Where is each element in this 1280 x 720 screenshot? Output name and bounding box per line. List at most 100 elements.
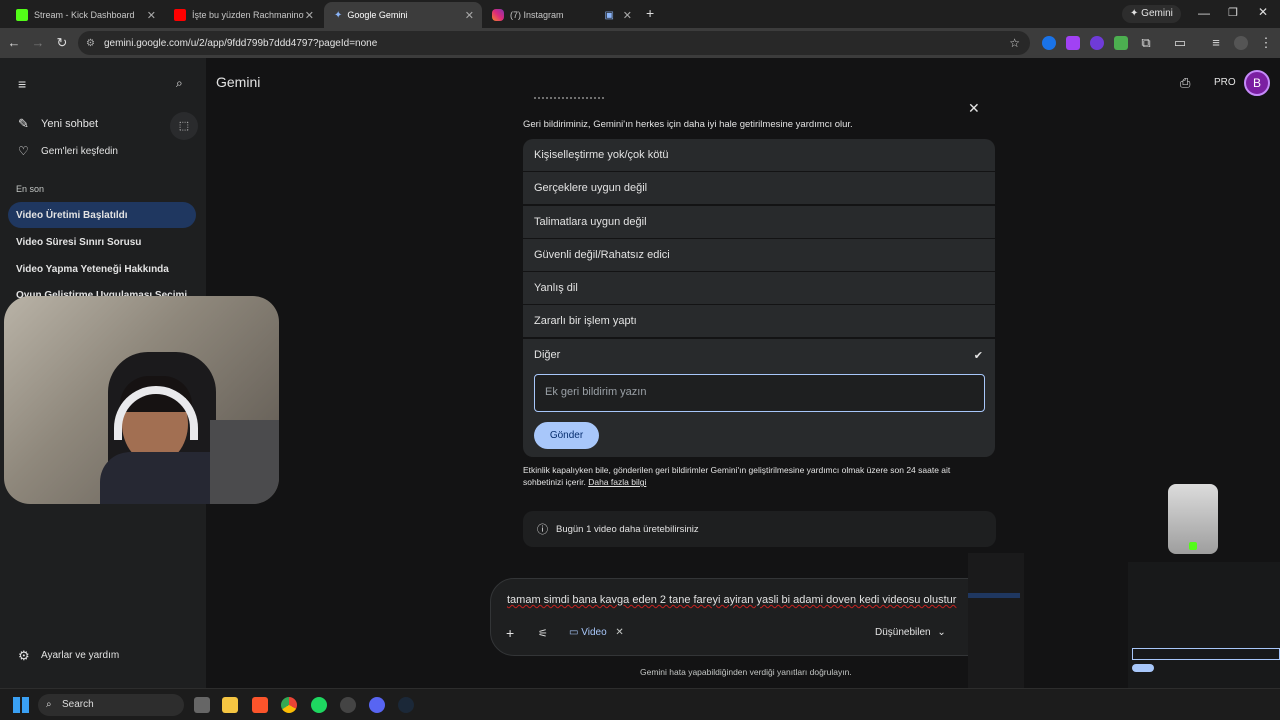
- info-icon: ⓘ: [537, 524, 548, 536]
- url-text: gemini.google.com/u/2/app/9fdd799b7ddd47…: [104, 37, 378, 49]
- extension-icon[interactable]: [1066, 36, 1080, 50]
- feedback-disclaimer: Etkinlik kapalıyken bile, gönderilen ger…: [523, 464, 973, 488]
- taskbar-search-input[interactable]: ⌕ Search: [38, 694, 184, 716]
- feedback-option[interactable]: Yanlış dil: [523, 272, 995, 304]
- tab-title: Google Gemini: [347, 10, 408, 20]
- model-selector[interactable]: Düşünebilen ⌄: [875, 627, 946, 638]
- close-icon[interactable]: ✕: [147, 9, 156, 22]
- back-icon[interactable]: ←: [6, 35, 22, 51]
- url-field[interactable]: ⚙ gemini.google.com/u/2/app/9fdd799b7ddd…: [78, 31, 1030, 55]
- webcam-desk: [210, 420, 279, 504]
- hamburger-menu-icon[interactable]: ≡: [18, 76, 26, 92]
- extension-icon[interactable]: [1042, 36, 1056, 50]
- page-title: Gemini: [216, 74, 261, 90]
- profile-avatar[interactable]: [1234, 36, 1248, 50]
- minimize-button[interactable]: —: [1198, 6, 1210, 20]
- video-icon: ▭: [569, 627, 579, 638]
- tools-icon[interactable]: ⚟: [538, 627, 548, 640]
- recent-heading: En son: [16, 184, 45, 194]
- video-tool-chip[interactable]: ▭ Video ✕: [569, 627, 624, 638]
- feedback-option[interactable]: Güvenli değil/Rahatsız edici: [523, 239, 995, 271]
- tab-search-icon[interactable]: ▭: [1172, 35, 1188, 51]
- gemini-browser-button[interactable]: ✦ Gemini: [1122, 5, 1181, 23]
- account-avatar[interactable]: B: [1244, 70, 1270, 96]
- close-window-button[interactable]: ✕: [1258, 5, 1268, 19]
- task-view-icon[interactable]: [194, 697, 210, 713]
- feedback-option[interactable]: Gerçeklere uygun değil: [523, 172, 995, 204]
- pro-badge: PRO: [1214, 77, 1236, 88]
- recent-item[interactable]: Video Yapma Yeteneği Hakkında: [16, 264, 169, 275]
- temporary-chat-button[interactable]: ⬚: [170, 112, 198, 140]
- taskbar-search-label: Search: [62, 699, 94, 710]
- reload-icon[interactable]: ↻: [54, 35, 70, 51]
- info-banner-text: Bugün 1 video daha üretebilirsiniz: [556, 523, 699, 535]
- feedback-option-selected[interactable]: Diğer ✔: [523, 339, 995, 371]
- tab-gemini[interactable]: ✦ Google Gemini ✕: [324, 2, 482, 28]
- webcam-overlay: [4, 296, 279, 504]
- site-info-icon[interactable]: ⚙: [86, 38, 95, 49]
- edit-icon: ✎: [18, 116, 29, 131]
- close-icon[interactable]: ✕: [465, 9, 474, 22]
- explore-gems-link[interactable]: Gem'leri keşfedin: [41, 146, 118, 157]
- submit-feedback-button[interactable]: Gönder: [534, 422, 599, 449]
- settings-icon: ⚙: [18, 648, 30, 663]
- new-tab-button[interactable]: +: [646, 5, 654, 21]
- close-icon[interactable]: ✕: [623, 9, 632, 22]
- spotify-icon[interactable]: [311, 697, 327, 713]
- remove-tool-icon[interactable]: ✕: [615, 627, 623, 638]
- file-explorer-icon[interactable]: [222, 697, 238, 713]
- feedback-option-label: Zararlı bir işlem yaptı: [534, 315, 637, 327]
- extension-icon[interactable]: [1114, 36, 1128, 50]
- tab-instagram[interactable]: (7) Instagram ▣ ✕: [482, 2, 640, 28]
- checkmark-icon: ✔: [973, 349, 983, 362]
- info-banner: ⓘ Bugün 1 video daha üretebilirsiniz: [523, 511, 996, 547]
- speaker-device-image: [1168, 484, 1218, 554]
- tab-youtube[interactable]: İşte bu yüzden Rachmaninoff E ✕: [164, 2, 322, 28]
- recent-item[interactable]: Video Süresi Sınırı Sorusu: [16, 237, 141, 248]
- share-icon[interactable]: ⎙: [1180, 75, 1190, 91]
- search-icon: ⌕: [46, 699, 52, 710]
- menu-icon[interactable]: ⋮: [1258, 35, 1274, 51]
- feedback-option-label: Diğer: [534, 349, 561, 361]
- new-chat-button[interactable]: Yeni sohbet: [41, 118, 98, 130]
- prompt-input[interactable]: tamam simdi bana kavga eden 2 tane farey…: [507, 594, 956, 606]
- windows-start-icon[interactable]: [13, 697, 29, 713]
- avatar-letter: B: [1252, 76, 1261, 90]
- footer-note: Gemini hata yapabildiğinden verdiği yanı…: [640, 667, 852, 677]
- feedback-subtitle: Geri bildiriminiz, Gemini'ın herkes için…: [523, 119, 853, 130]
- feedback-option[interactable]: Zararlı bir işlem yaptı: [523, 305, 995, 337]
- chrome-icon[interactable]: [281, 697, 297, 713]
- address-bar: ← → ↻ ⚙ gemini.google.com/u/2/app/9fdd79…: [0, 28, 1280, 58]
- add-icon[interactable]: +: [506, 625, 514, 641]
- kick-logo-small: [1189, 542, 1197, 550]
- bookmark-star-icon[interactable]: ☆: [1009, 36, 1020, 50]
- search-icon[interactable]: ⌕: [176, 76, 183, 91]
- close-icon[interactable]: ✕: [305, 9, 314, 22]
- steam-icon[interactable]: [398, 697, 414, 713]
- mirrored-highlight: [968, 593, 1020, 598]
- app-icon[interactable]: [340, 697, 356, 713]
- tab-kick[interactable]: Stream - Kick Dashboard ✕: [6, 2, 164, 28]
- feedback-textarea[interactable]: Ek geri bildirim yazın: [534, 374, 985, 412]
- extension-icon[interactable]: [1090, 36, 1104, 50]
- maximize-button[interactable]: ❐: [1228, 6, 1238, 19]
- brave-icon[interactable]: [252, 697, 268, 713]
- discord-icon[interactable]: [369, 697, 385, 713]
- taskbar: ⌕ Search: [0, 688, 1280, 720]
- feedback-option[interactable]: Talimatlara uygun değil: [523, 206, 995, 238]
- mirrored-button: [1132, 664, 1154, 672]
- media-control-icon[interactable]: ≡: [1208, 35, 1224, 51]
- learn-more-link[interactable]: Daha fazla bilgi: [588, 477, 646, 487]
- instagram-icon: [492, 9, 504, 21]
- recent-item[interactable]: Video Üretimi Başlatıldı: [16, 210, 128, 221]
- puzzle-icon[interactable]: ⧉: [1138, 35, 1154, 51]
- settings-help-link[interactable]: Ayarlar ve yardım: [41, 650, 119, 661]
- feedback-option-label: Güvenli değil/Rahatsız edici: [534, 249, 670, 261]
- tab-bar: Stream - Kick Dashboard ✕ İşte bu yüzden…: [0, 0, 1280, 28]
- dialog-title-clipped: [534, 97, 604, 101]
- forward-icon[interactable]: →: [30, 35, 46, 51]
- feedback-option[interactable]: Kişiselleştirme yok/çok kötü: [523, 139, 995, 171]
- close-icon[interactable]: ✕: [968, 100, 980, 117]
- feedback-option-label: Talimatlara uygun değil: [534, 216, 647, 228]
- submit-label: Gönder: [549, 430, 584, 441]
